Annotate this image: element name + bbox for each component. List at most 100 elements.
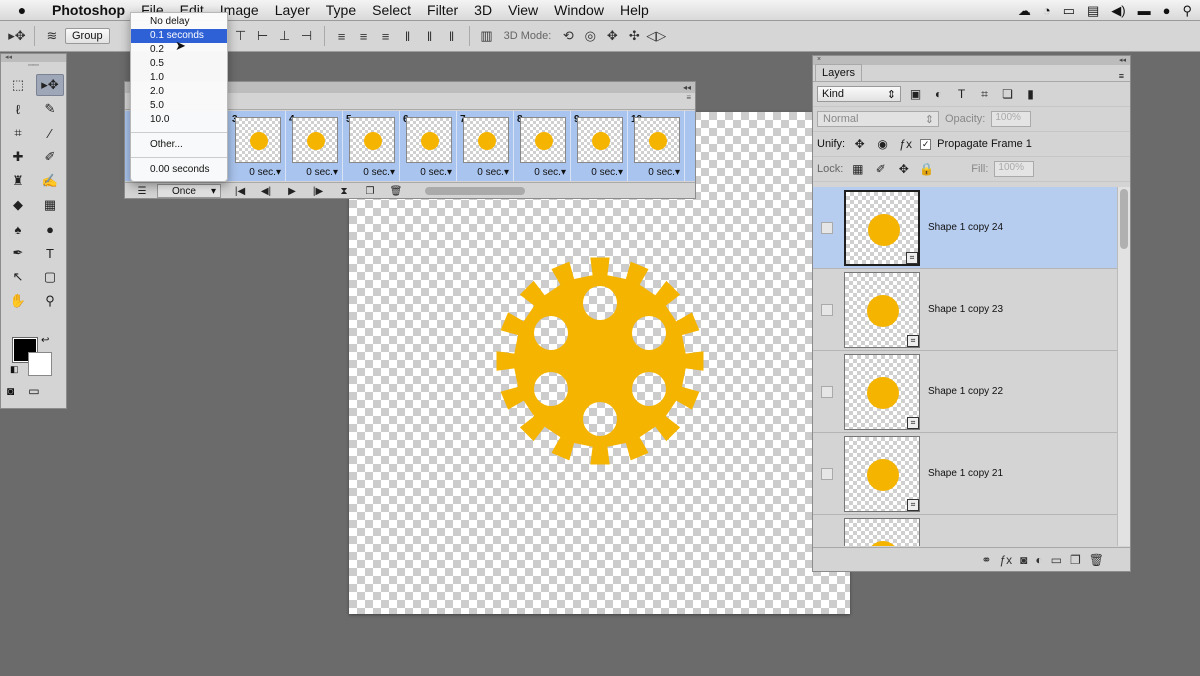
lock-transparent-icon[interactable]: ▦ (849, 162, 866, 176)
3d-slide-icon[interactable]: ✣ (623, 25, 645, 47)
rectangular-marquee-icon[interactable]: ⬚ (4, 74, 32, 96)
filter-kind-dropdown[interactable]: Kind ⇕ (817, 86, 901, 102)
lasso-icon[interactable]: ℓ (4, 98, 32, 120)
distribute-vcenter-icon[interactable]: ≡ (353, 25, 375, 47)
layer-name[interactable]: Shape 1 copy 23 (928, 304, 1003, 315)
move-tool-icon[interactable]: ▸✥ (36, 74, 64, 96)
tool-status-icon[interactable]: ▤ (1087, 3, 1099, 19)
frame-delay[interactable]: 0 sec.▾ (363, 167, 395, 178)
align-right-icon[interactable]: ⊣ (296, 25, 318, 47)
frame-delay[interactable]: 0 sec.▾ (477, 167, 509, 178)
visibility-toggle[interactable] (821, 304, 833, 316)
tween-icon[interactable]: ⧗ (331, 184, 357, 199)
3d-scale-icon[interactable]: ◁▷ (645, 25, 667, 47)
delay-option-no-delay[interactable]: No delay (131, 15, 227, 29)
align-left-icon[interactable]: ⊢ (252, 25, 274, 47)
rectangle-shape-icon[interactable]: ▢ (36, 266, 64, 288)
filter-shape-icon[interactable]: ⌗ (976, 87, 993, 102)
filter-type-icon[interactable]: T (953, 87, 970, 101)
frame-delay[interactable]: 0 sec.▾ (420, 167, 452, 178)
animation-frame[interactable]: 10 0 sec.▾ (628, 111, 685, 181)
menu-select[interactable]: Select (364, 2, 419, 18)
menu-3d[interactable]: 3D (466, 2, 500, 18)
layer-row[interactable]: ⌗ Shape 1 copy 24 (813, 187, 1117, 269)
auto-select-dropdown[interactable]: Group (65, 28, 110, 44)
propagate-checkbox[interactable]: ✓ (920, 138, 932, 150)
screen-mode-icon[interactable]: ▭ (28, 384, 39, 398)
menu-filter[interactable]: Filter (419, 2, 466, 18)
distribute-bottom-icon[interactable]: ≡ (375, 25, 397, 47)
frame-delay[interactable]: 0 sec.▾ (249, 167, 281, 178)
frame-delay[interactable]: 0 sec.▾ (648, 167, 680, 178)
lock-position-icon[interactable]: ✥ (895, 162, 912, 176)
pen-icon[interactable]: ✒ (4, 242, 32, 264)
delete-layer-icon[interactable]: 🗑 (1089, 553, 1104, 567)
screen-icon[interactable]: ▬ (1138, 3, 1151, 18)
apple-menu-icon[interactable]: ● (0, 2, 44, 18)
first-frame-icon[interactable]: |◀ (227, 184, 253, 199)
animation-frame[interactable]: 3 0 sec.▾ (229, 111, 286, 181)
blend-mode-dropdown[interactable]: Normal ⇕ (817, 111, 939, 127)
user-icon[interactable]: ● (1163, 3, 1171, 18)
layer-style-icon[interactable]: ƒx (999, 553, 1012, 567)
panel-menu-icon[interactable]: ≡ (1119, 71, 1124, 81)
layer-name[interactable]: Shape 1 copy 22 (928, 386, 1003, 397)
filter-pixel-icon[interactable]: ▣ (907, 87, 924, 101)
distribute-hcenter-icon[interactable]: ‖ (419, 25, 441, 47)
next-frame-icon[interactable]: |▶ (305, 184, 331, 199)
convert-timeline-icon[interactable]: ☰ (129, 184, 155, 199)
duplicate-frame-icon[interactable]: ❐ (357, 184, 383, 199)
filter-adjustment-icon[interactable]: ◐ (930, 87, 947, 101)
adjustment-layer-icon[interactable]: ◐ (1035, 553, 1042, 567)
quick-mask-icon[interactable]: ◙ (7, 384, 14, 398)
path-selection-icon[interactable]: ↖ (4, 266, 32, 288)
eraser-icon[interactable]: ◆ (4, 194, 32, 216)
layers-scrollbar[interactable] (1117, 187, 1130, 546)
3d-rotate-icon[interactable]: ⟲ (557, 25, 579, 47)
unify-position-icon[interactable]: ✥ (851, 137, 868, 151)
frame-delay[interactable]: 0 sec.▾ (306, 167, 338, 178)
timeline-scrollbar[interactable] (425, 187, 525, 195)
distribute-top-icon[interactable]: ≡ (331, 25, 353, 47)
delay-option-10-0[interactable]: 10.0 (131, 113, 227, 127)
animation-frame[interactable]: 6 0 sec.▾ (400, 111, 457, 181)
tab-layers[interactable]: Layers (815, 64, 863, 81)
add-mask-icon[interactable]: ◙ (1020, 553, 1027, 567)
animation-frame[interactable]: 7 0 sec.▾ (457, 111, 514, 181)
menu-layer[interactable]: Layer (267, 2, 318, 18)
collapse-icon[interactable]: ◂◂ (1119, 56, 1126, 65)
delay-current-value[interactable]: 0.00 seconds (131, 163, 227, 177)
3d-roll-icon[interactable]: ◎ (579, 25, 601, 47)
lock-image-icon[interactable]: ✐ (872, 162, 889, 176)
animation-frame[interactable]: 9 0 sec.▾ (571, 111, 628, 181)
filter-toggle-icon[interactable]: ▮ (1022, 87, 1039, 101)
unify-visibility-icon[interactable]: ◉ (874, 137, 891, 151)
spotlight-search-icon[interactable]: ⚲ (1182, 3, 1192, 19)
layer-row[interactable]: ⌗ Shape 1 copy 23 (813, 269, 1117, 351)
menu-app-name[interactable]: Photoshop (44, 2, 133, 18)
gradient-icon[interactable]: ▦ (36, 194, 64, 216)
distribute-left-icon[interactable]: ‖ (397, 25, 419, 47)
align-top-icon[interactable]: ⊤ (230, 25, 252, 47)
lock-all-icon[interactable]: 🔒 (918, 162, 935, 176)
layer-row[interactable]: ⌗ Shape 1 copy 22 (813, 351, 1117, 433)
blur-icon[interactable]: ♠ (4, 218, 32, 240)
play-icon[interactable]: ▶ (279, 184, 305, 199)
visibility-toggle[interactable] (821, 386, 833, 398)
brush-icon[interactable]: ✐ (36, 146, 64, 168)
loop-options-dropdown[interactable]: Once ▾ (157, 184, 221, 198)
align-hcenter-icon[interactable]: ⊥ (274, 25, 296, 47)
auto-align-icon[interactable]: ▥ (476, 25, 498, 47)
menu-window[interactable]: Window (546, 2, 612, 18)
animation-frame[interactable]: 5 0 sec.▾ (343, 111, 400, 181)
zoom-icon[interactable]: ⚲ (36, 290, 64, 312)
display-icon[interactable]: ▭ (1063, 3, 1075, 19)
new-group-icon[interactable]: ▭ (1051, 553, 1062, 567)
menu-type[interactable]: Type (318, 2, 364, 18)
3d-drag-icon[interactable]: ✥ (601, 25, 623, 47)
layer-name[interactable]: Shape 1 copy 24 (928, 222, 1003, 233)
visibility-toggle[interactable] (821, 468, 833, 480)
layer-row[interactable] (813, 515, 1117, 546)
delay-option-2-0[interactable]: 2.0 (131, 85, 227, 99)
history-brush-icon[interactable]: ✍ (36, 170, 64, 192)
